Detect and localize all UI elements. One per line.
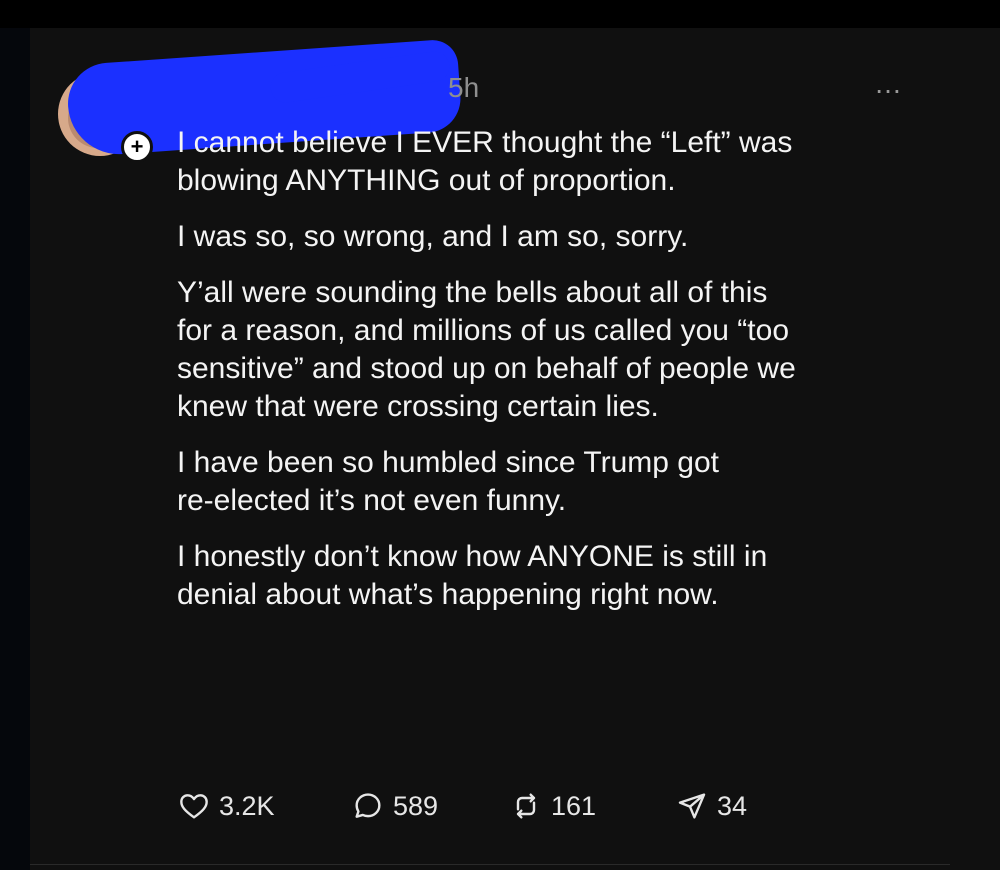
share-button[interactable]: 34: [675, 786, 747, 826]
share-count: 34: [717, 790, 748, 821]
post-paragraph-5: I honestly don’t know how ANYONE is stil…: [177, 540, 768, 611]
post-paragraph-3: Y’all were sounding the bells about all …: [177, 276, 796, 423]
post-paragraph-2: I was so, so wrong, and I am so, sorry.: [177, 220, 689, 253]
left-edge: [0, 28, 30, 870]
like-count: 3.2K: [219, 790, 275, 821]
post-body: I cannot believe I EVER thought the “Lef…: [177, 124, 937, 632]
repost-icon: [516, 793, 536, 819]
comment-icon: [355, 793, 381, 818]
follow-plus-icon[interactable]: +: [121, 131, 153, 163]
post-divider: [30, 864, 950, 865]
reply-button[interactable]: 589: [351, 786, 438, 826]
heart-icon: [180, 794, 208, 819]
send-icon: [678, 793, 706, 819]
post-paragraph-4: I have been so humbled since Trump got r…: [177, 446, 719, 517]
post-timestamp: 5h: [448, 72, 480, 103]
post-paragraph-1: I cannot believe I EVER thought the “Lef…: [177, 126, 793, 197]
reply-count: 589: [393, 790, 439, 821]
like-button[interactable]: 3.2K: [177, 786, 275, 826]
more-options-icon[interactable]: …: [874, 70, 903, 98]
repost-button[interactable]: 161: [509, 786, 596, 826]
repost-count: 161: [551, 790, 597, 821]
top-band: [0, 0, 1000, 28]
